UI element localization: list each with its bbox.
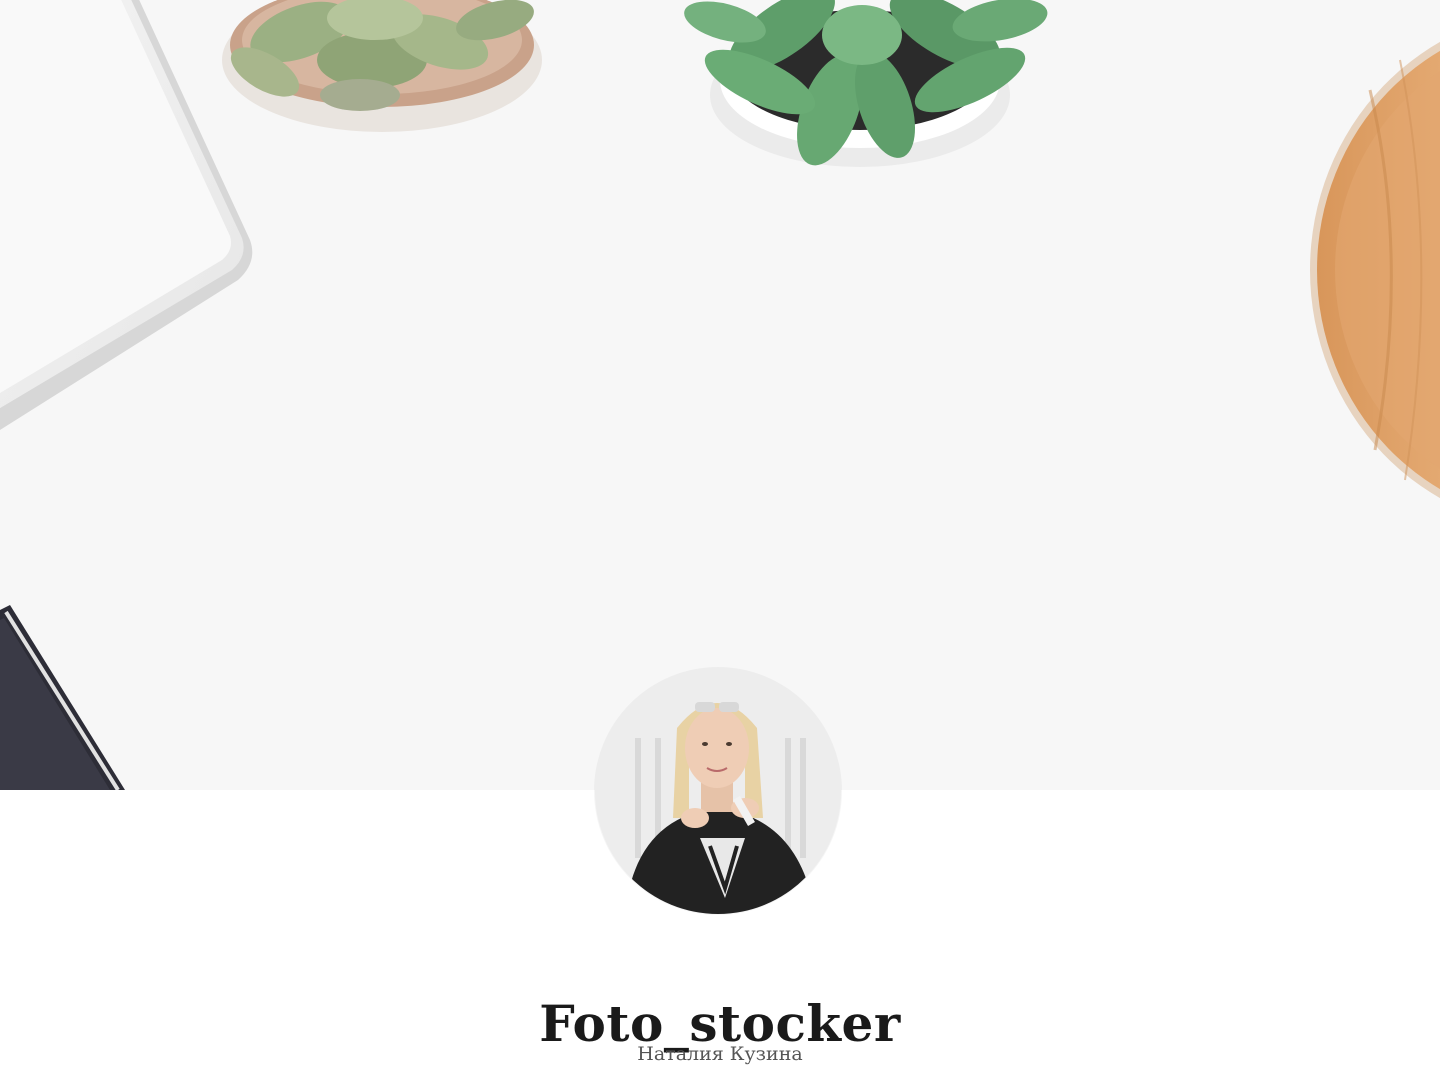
profile-page: Foto_stocker Наталия Кузина xyxy=(0,0,1440,1080)
laptop-illustration xyxy=(0,0,253,430)
plant-pot-left-illustration xyxy=(222,0,542,132)
plant-pot-center-illustration xyxy=(684,0,1048,167)
notebook-illustration xyxy=(0,605,125,790)
profile-avatar[interactable] xyxy=(595,668,841,914)
avatar-portrait-illustration xyxy=(595,668,841,914)
wooden-tray-illustration xyxy=(1310,41,1440,499)
profile-full-name: Наталия Кузина xyxy=(637,1043,803,1065)
